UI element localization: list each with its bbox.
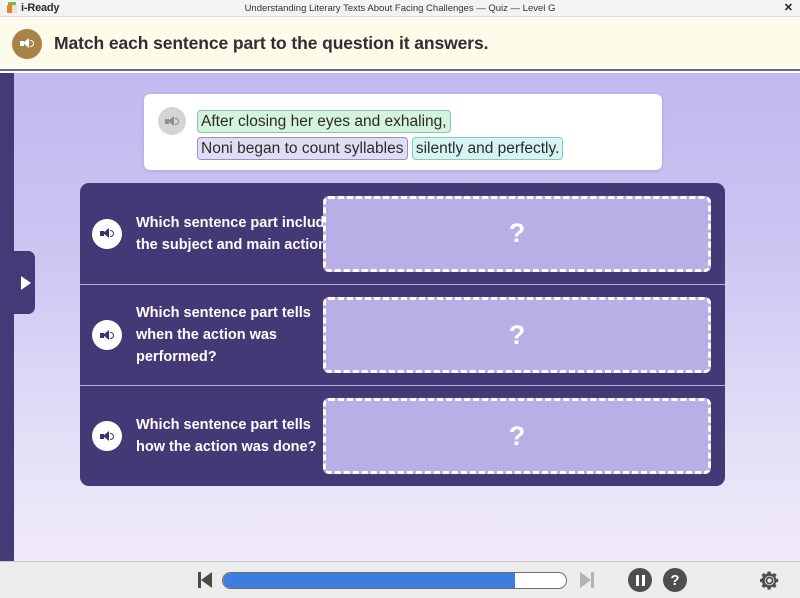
bottom-toolbar: ? (0, 561, 800, 598)
speaker-icon (20, 37, 35, 50)
question-panel: Which sentence part includes the subject… (80, 183, 725, 486)
pause-button[interactable] (628, 568, 652, 592)
question-audio-button[interactable] (92, 421, 122, 451)
sentence-text: After closing her eyes and exhaling, Non… (197, 107, 650, 162)
help-button[interactable]: ? (663, 568, 687, 592)
dropzone-placeholder: ? (509, 421, 526, 452)
close-icon[interactable]: ✕ (784, 1, 793, 15)
speaker-icon (165, 115, 180, 128)
speaker-icon (100, 329, 115, 342)
question-text: Which sentence part tells when the actio… (136, 302, 341, 368)
question-audio-button[interactable] (92, 219, 122, 249)
progress-bar[interactable] (222, 572, 567, 589)
sentence-chunk[interactable]: Noni began to count syllables (197, 137, 408, 160)
panel-expand-button[interactable] (14, 251, 35, 314)
app-window: i-Ready Understanding Literary Texts Abo… (0, 0, 800, 598)
question-row: Which sentence part tells how the action… (80, 385, 725, 486)
gear-icon (757, 568, 782, 593)
pause-icon (636, 575, 645, 586)
sentence-card: After closing her eyes and exhaling, Non… (144, 94, 662, 170)
answer-dropzone[interactable]: ? (323, 398, 711, 474)
answer-dropzone[interactable]: ? (323, 297, 711, 373)
lesson-title: Understanding Literary Texts About Facin… (0, 3, 800, 14)
next-button[interactable] (580, 572, 594, 588)
sentence-chunk[interactable]: After closing her eyes and exhaling, (197, 110, 451, 133)
sentence-chunk[interactable]: silently and perfectly. (412, 137, 564, 160)
question-audio-button[interactable] (92, 320, 122, 350)
skip-next-icon (580, 572, 591, 588)
speaker-icon (100, 227, 115, 240)
top-bar: i-Ready Understanding Literary Texts Abo… (0, 0, 800, 17)
sentence-audio-button[interactable] (158, 107, 186, 135)
answer-dropzone[interactable]: ? (323, 196, 711, 272)
play-triangle-icon (21, 276, 31, 290)
help-icon: ? (670, 573, 679, 588)
question-row: Which sentence part includes the subject… (80, 183, 725, 284)
question-row: Which sentence part tells when the actio… (80, 284, 725, 385)
question-text: Which sentence part tells how the action… (136, 414, 341, 458)
speaker-icon (100, 430, 115, 443)
activity-stage: After closing her eyes and exhaling, Non… (0, 73, 800, 561)
left-rail (0, 73, 14, 561)
instruction-bar: Match each sentence part to the question… (0, 18, 800, 71)
instruction-text: Match each sentence part to the question… (54, 33, 488, 54)
instruction-audio-button[interactable] (12, 29, 42, 59)
progress-fill (223, 573, 515, 588)
question-text: Which sentence part includes the subject… (136, 212, 341, 256)
dropzone-placeholder: ? (509, 218, 526, 249)
previous-button[interactable] (198, 572, 212, 588)
dropzone-placeholder: ? (509, 320, 526, 351)
settings-button[interactable] (757, 568, 782, 593)
